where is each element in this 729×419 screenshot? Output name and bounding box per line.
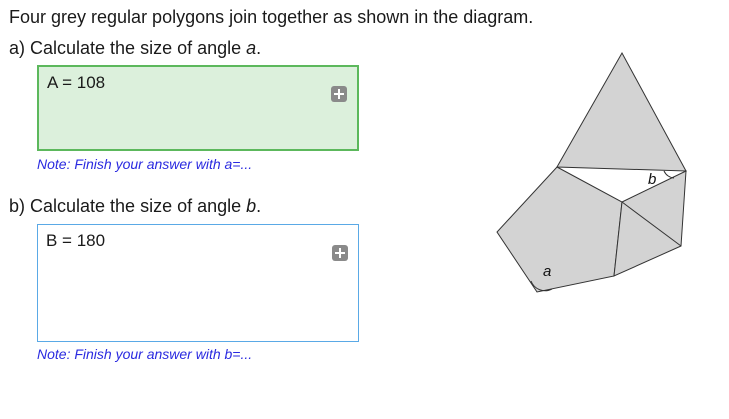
pentagon-polygon — [496, 166, 623, 293]
angle-b-label: b — [648, 171, 656, 188]
triangle-polygon — [556, 51, 687, 172]
polygon-diagram: a b — [496, 51, 687, 293]
angle-a-label: a — [543, 263, 551, 280]
angle-b-arc — [663, 170, 675, 179]
